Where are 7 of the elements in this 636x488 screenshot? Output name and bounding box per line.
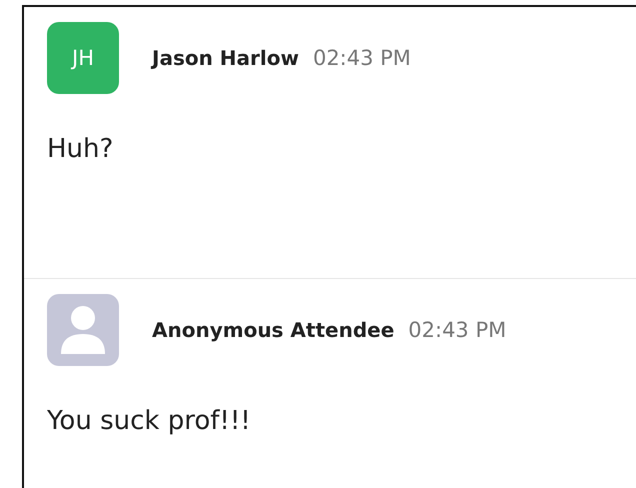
message-time: 02:43 PM	[312, 46, 411, 70]
message-time: 02:43 PM	[408, 318, 506, 342]
sender-name: Jason Harlow	[152, 46, 299, 70]
avatar: JH	[47, 22, 119, 94]
sender-name: Anonymous Attendee	[152, 318, 394, 342]
message-text: Huh?	[47, 134, 114, 164]
message-text: You suck prof!!!	[47, 406, 252, 436]
